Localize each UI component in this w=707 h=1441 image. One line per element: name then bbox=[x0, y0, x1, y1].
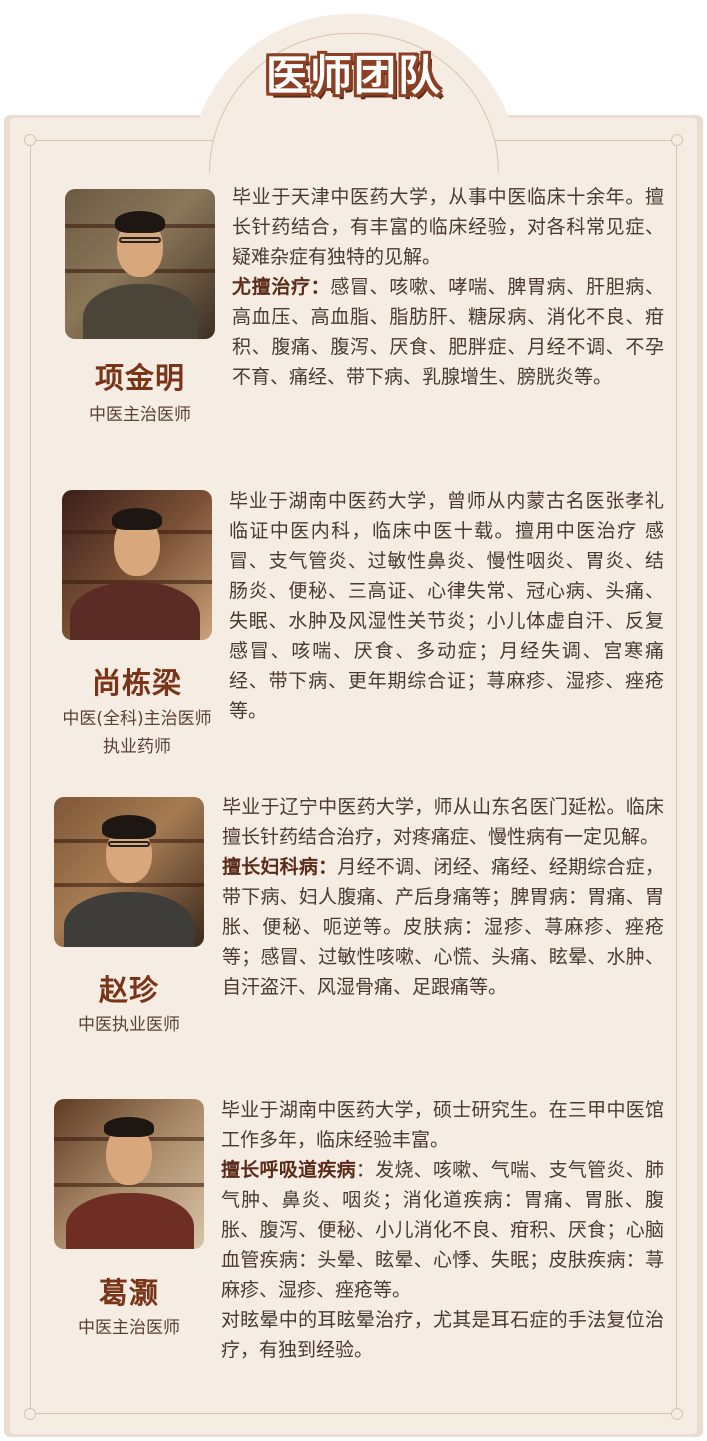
bio-specialty: 擅长呼吸道疾病：发烧、咳嗽、气喘、支气管炎、肺气肿、鼻炎、咽炎；消化道疾病：胃痛… bbox=[221, 1155, 664, 1305]
bio-specialty: 尤擅治疗：感冒、咳嗽、哮喘、脾胃病、肝胆病、高血压、高血脂、脂肪肝、糖尿病、消化… bbox=[232, 272, 664, 392]
doctor-bio: 毕业于湖南中医药大学，曾师从内蒙古名医张孝礼临证中医内科，临床中医十载。擅用中医… bbox=[229, 486, 664, 726]
specialty-label: 尤擅治疗： bbox=[232, 276, 331, 298]
doctor-title: 中医主治医师 bbox=[78, 1318, 180, 1338]
bio-intro: 毕业于辽宁中医药大学，师从山东名医门延松。临床擅长针药结合治疗，对疼痛症、慢性病… bbox=[222, 796, 664, 848]
corner-ornament bbox=[671, 134, 683, 146]
bio-extra: 对眩晕中的耳眩晕治疗，尤其是耳石症的手法复位治疗，有独到经验。 bbox=[221, 1309, 664, 1361]
doctor-name: 尚栋梁 bbox=[91, 666, 182, 700]
doctor-title: 中医主治医师 bbox=[89, 405, 191, 425]
page-title: 医师团队 bbox=[265, 50, 442, 100]
corner-ornament bbox=[24, 1408, 36, 1420]
specialty-label: 擅长妇科病： bbox=[222, 856, 338, 878]
doctor-bio: 毕业于天津中医药大学，从事中医临床十余年。擅长针药结合，有丰富的临床经验，对各科… bbox=[232, 182, 664, 392]
doctor-bio: 毕业于辽宁中医药大学，师从山东名医门延松。临床擅长针药结合治疗，对疼痛症、慢性病… bbox=[222, 792, 664, 1002]
specialty-label: 擅长呼吸道疾病 bbox=[221, 1159, 356, 1181]
doctor-name: 葛灏 bbox=[98, 1276, 159, 1310]
bio-intro: 毕业于湖南中医药大学，曾师从内蒙古名医张孝礼临证中医内科，临床中医十载。擅用中医… bbox=[229, 490, 664, 722]
title-banner: 医师团队 bbox=[232, 40, 476, 104]
doctor-title: 执业药师 bbox=[103, 737, 171, 757]
doctor-title: 中医执业医师 bbox=[78, 1015, 180, 1035]
bio-intro: 毕业于湖南中医药大学，硕士研究生。在三甲中医馆工作多年，临床经验丰富。 bbox=[221, 1099, 664, 1151]
doctor-name: 项金明 bbox=[94, 361, 185, 395]
corner-ornament bbox=[24, 134, 36, 146]
doctor-photo bbox=[65, 189, 215, 339]
doctor-photo bbox=[54, 1099, 204, 1249]
doctor-bio: 毕业于湖南中医药大学，硕士研究生。在三甲中医馆工作多年，临床经验丰富。 擅长呼吸… bbox=[221, 1095, 664, 1365]
bio-intro: 毕业于天津中医药大学，从事中医临床十余年。擅长针药结合，有丰富的临床经验，对各科… bbox=[232, 186, 664, 268]
bio-specialty: 擅长妇科病：月经不调、闭经、痛经、经期综合症，带下病、妇人腹痛、产后身痛等；脾胃… bbox=[222, 852, 664, 1002]
corner-ornament bbox=[671, 1408, 683, 1420]
doctor-name: 赵珍 bbox=[98, 973, 159, 1007]
doctor-photo bbox=[54, 797, 204, 947]
doctor-title: 中医(全科)主治医师 bbox=[62, 709, 212, 729]
doctor-photo bbox=[62, 490, 212, 640]
